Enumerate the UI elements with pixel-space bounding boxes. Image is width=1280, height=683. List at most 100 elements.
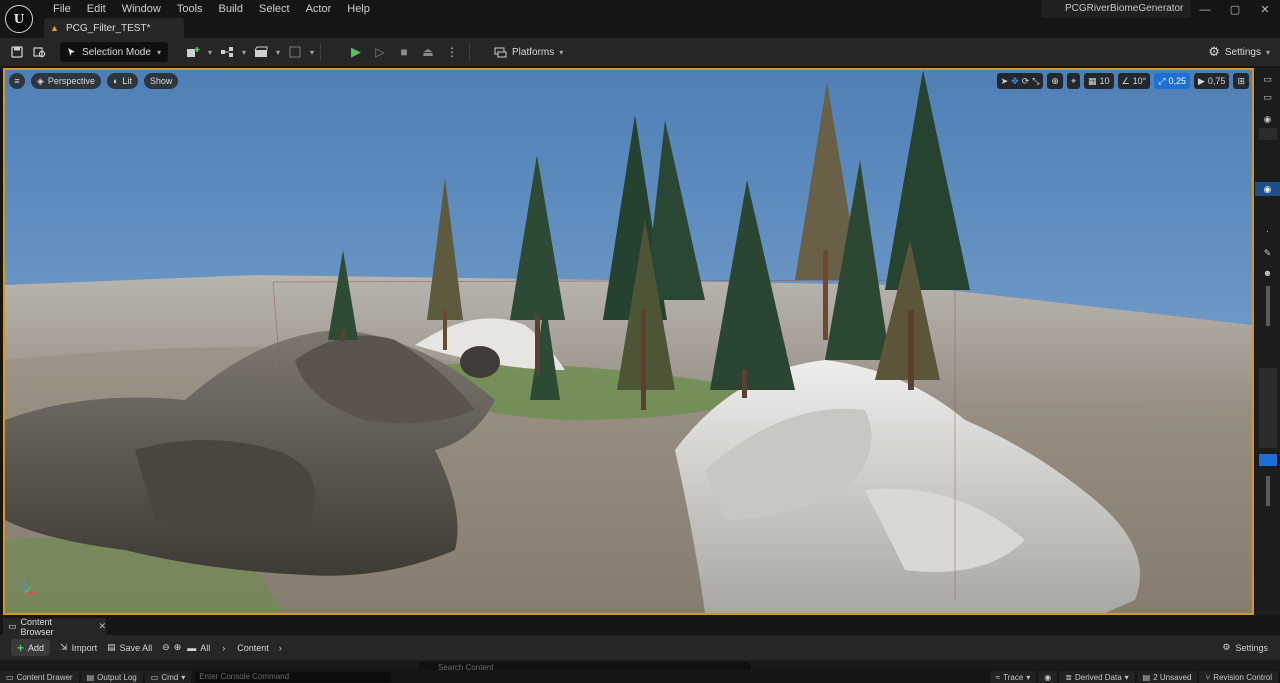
- menu-edit[interactable]: Edit: [79, 2, 114, 16]
- chevron-down-icon[interactable]: ▾: [276, 48, 280, 57]
- menu-help[interactable]: Help: [339, 2, 378, 16]
- add-label: Add: [28, 642, 45, 653]
- scale-snap-button[interactable]: ⤢ 0,25: [1154, 73, 1190, 89]
- breadcrumb-content[interactable]: Content: [237, 643, 269, 653]
- camera-speed-button[interactable]: ▶ 0,75: [1194, 73, 1230, 89]
- play-icon[interactable]: ▶: [345, 41, 367, 63]
- close-icon[interactable]: ✕: [98, 621, 106, 632]
- menu-file[interactable]: File: [45, 2, 79, 16]
- scale-icon[interactable]: ⤡: [1032, 76, 1039, 87]
- settings-button[interactable]: ⚙ Settings ▾: [1208, 42, 1270, 62]
- rotation-snap-button[interactable]: ∠ 10°: [1117, 73, 1151, 89]
- menu-actor[interactable]: Actor: [298, 2, 340, 16]
- level-tab[interactable]: ▲ PCG_Filter_TEST*: [44, 18, 184, 38]
- save-all-label: Save All: [119, 642, 153, 653]
- rotate-icon[interactable]: ⟳: [1022, 76, 1030, 87]
- outliner-row[interactable]: [1259, 128, 1277, 140]
- save-icon[interactable]: [6, 41, 28, 63]
- browse-level-icon[interactable]: [28, 41, 50, 63]
- hamburger-menu-icon[interactable]: ≡: [9, 73, 25, 89]
- blueprint-icon[interactable]: [216, 41, 238, 63]
- platforms-dropdown[interactable]: Platforms ▾: [494, 47, 563, 58]
- level-viewport[interactable]: ≡ ◈ Perspective ◐ Lit Show ➤ ✥ ⟳ ⤡ ⊕ ⌖ ▦…: [3, 68, 1254, 615]
- details-properties: [1259, 368, 1277, 448]
- chevron-right-icon[interactable]: ›: [279, 643, 282, 653]
- history-back-icon[interactable]: ⊖: [162, 642, 170, 653]
- minimize-icon[interactable]: —: [1190, 2, 1220, 18]
- derived-data-button[interactable]: ≣ Derived Data ▾: [1059, 671, 1135, 683]
- window-controls: — ▢ ✕: [1190, 2, 1280, 18]
- unreal-logo-icon[interactable]: U: [5, 5, 33, 33]
- move-icon[interactable]: ✥: [1011, 76, 1019, 87]
- viewport-transform-bar: ➤ ✥ ⟳ ⤡ ⊕ ⌖ ▦ 10 ∠ 10° ⤢ 0,25 ▶ 0,75 ⊞: [996, 73, 1249, 89]
- eject-icon[interactable]: ⏏: [417, 41, 439, 63]
- scrollbar[interactable]: [1266, 286, 1270, 326]
- chevron-down-icon: ▾: [1026, 672, 1031, 682]
- panel-icon[interactable]: ▭: [1255, 72, 1280, 86]
- chevron-down-icon[interactable]: ▾: [242, 48, 246, 57]
- breadcrumb-all[interactable]: All: [200, 643, 210, 653]
- import-button[interactable]: ⇲ Import: [60, 642, 97, 653]
- selection-mode-dropdown[interactable]: Selection Mode ▾: [60, 42, 168, 62]
- menu-build[interactable]: Build: [211, 2, 251, 16]
- menu-select[interactable]: Select: [251, 2, 298, 16]
- chevron-down-icon: ▾: [1265, 47, 1270, 57]
- chevron-down-icon[interactable]: ▾: [208, 48, 212, 57]
- grid-icon: ▦: [1088, 75, 1097, 86]
- viewport-scene[interactable]: [5, 70, 1252, 613]
- maximize-icon[interactable]: ▢: [1220, 2, 1250, 18]
- world-local-icon[interactable]: ⊕: [1047, 73, 1063, 89]
- output-log-button[interactable]: ▤ Output Log: [80, 671, 143, 683]
- close-icon[interactable]: ✕: [1250, 2, 1280, 18]
- content-drawer-button[interactable]: ▭ Content Drawer: [0, 671, 79, 683]
- panel-icon[interactable]: ▭: [1255, 90, 1280, 104]
- history-forward-icon[interactable]: ⊕: [174, 642, 182, 653]
- folder-icon: ▭: [8, 621, 17, 631]
- surface-snap-icon[interactable]: ⌖: [1066, 73, 1081, 89]
- gear-icon: ⚙: [1208, 44, 1220, 59]
- details-side-strip: ▭ ▭ ◉ ◉ · ✎ ☻: [1255, 68, 1280, 615]
- add-button[interactable]: + Add: [11, 639, 51, 656]
- content-browser-settings[interactable]: ⚙ Settings: [1222, 639, 1268, 656]
- selected-property[interactable]: [1259, 454, 1277, 466]
- person-icon[interactable]: ☻: [1255, 266, 1280, 280]
- perspective-button[interactable]: ◈ Perspective: [31, 73, 101, 89]
- mode-icon[interactable]: [284, 41, 306, 63]
- cmd-dropdown[interactable]: ▭ Cmd ▾: [144, 671, 192, 683]
- lit-button[interactable]: ◐ Lit: [106, 73, 138, 89]
- cinematics-icon[interactable]: [250, 41, 272, 63]
- perspective-label: Perspective: [47, 76, 95, 86]
- stop-icon[interactable]: ■: [393, 41, 415, 63]
- menu-window[interactable]: Window: [114, 2, 169, 16]
- trace-button[interactable]: ≈ Trace ▾: [989, 671, 1037, 683]
- save-all-button[interactable]: ▤ Save All: [107, 642, 152, 653]
- record-icon[interactable]: ◉: [1038, 671, 1058, 683]
- revision-control-button[interactable]: ⑂ Revision Control: [1199, 671, 1278, 683]
- content-browser-tab[interactable]: ▭ Content Browser ✕: [3, 617, 106, 637]
- unsaved-button[interactable]: ▤ 2 Unsaved: [1136, 671, 1198, 683]
- menu-tools[interactable]: Tools: [169, 2, 211, 16]
- level-tab-label: PCG_Filter_TEST*: [66, 22, 151, 34]
- camera-speed-value: 0,75: [1207, 76, 1226, 86]
- add-actor-icon[interactable]: [182, 41, 204, 63]
- camera-icon: ▶: [1198, 75, 1205, 86]
- chevron-down-icon[interactable]: ▾: [310, 48, 314, 57]
- select-cursor-icon[interactable]: ➤: [1001, 76, 1009, 87]
- angle-icon: ∠: [1121, 75, 1130, 86]
- show-button[interactable]: Show: [143, 73, 179, 89]
- console-command-input[interactable]: Enter Console Command: [195, 672, 392, 682]
- eye-icon[interactable]: ◉: [1255, 182, 1280, 196]
- lit-label: Lit: [122, 76, 132, 86]
- more-options-icon[interactable]: ⋮: [441, 41, 463, 63]
- eye-icon[interactable]: ◉: [1255, 112, 1280, 126]
- grid-snap-button[interactable]: ▦ 10: [1084, 73, 1114, 89]
- axis-gizmo-icon: [24, 580, 37, 594]
- transform-tools: ➤ ✥ ⟳ ⤡: [996, 73, 1044, 89]
- search-content-input[interactable]: Search Content: [418, 662, 751, 670]
- step-icon[interactable]: ▷: [369, 41, 391, 63]
- viewport-layout-icon[interactable]: ⊞: [1233, 73, 1249, 89]
- platforms-icon: [494, 47, 507, 57]
- pencil-icon[interactable]: ✎: [1255, 246, 1280, 260]
- add-actor-group: ▾ ▾ ▾ ▾: [182, 41, 314, 63]
- scrollbar[interactable]: [1266, 476, 1270, 506]
